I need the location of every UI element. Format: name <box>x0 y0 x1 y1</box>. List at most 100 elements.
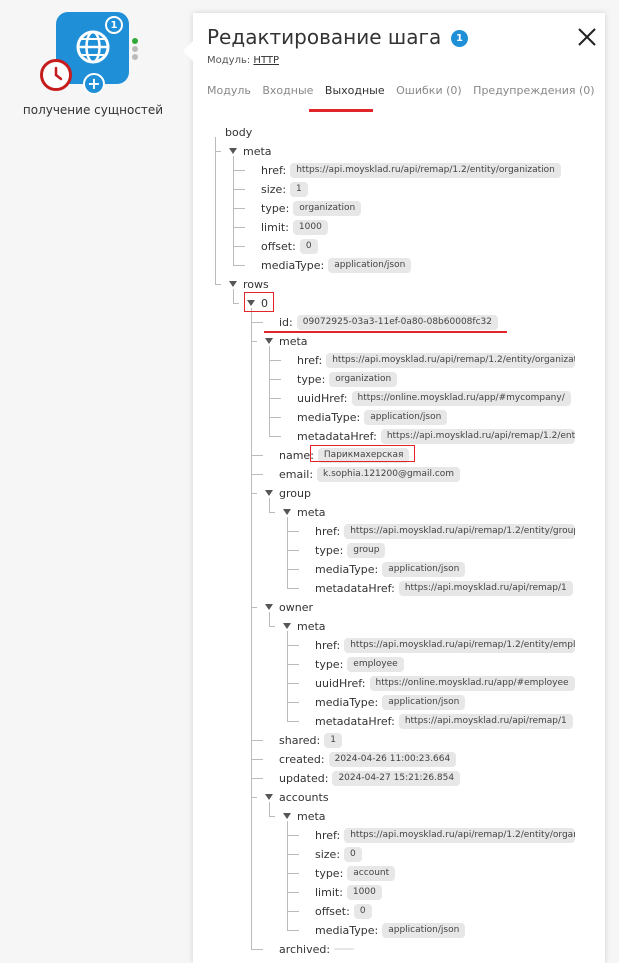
tree-guide-line <box>287 821 288 930</box>
tree-branch-line <box>251 740 263 741</box>
tree-key: name: <box>279 448 314 462</box>
tree-value[interactable]: application/json <box>382 561 466 577</box>
node-status-dots <box>132 38 138 62</box>
tree-value[interactable]: https://api.moysklad.ru/api/remap/1.2/en… <box>344 827 575 843</box>
tree-row: uuidHref: https://online.moysklad.ru/app/… <box>315 674 575 692</box>
tree-value[interactable]: application/json <box>382 922 466 938</box>
tree-key: meta <box>297 809 326 823</box>
tree-branch-line <box>215 151 221 152</box>
tree-value[interactable]: 0 <box>344 846 362 862</box>
expand-arrow-icon[interactable] <box>283 623 291 629</box>
tree-branch-line <box>269 398 281 399</box>
tree-value[interactable]: 1000 <box>292 219 328 235</box>
tree-key: mediaType: <box>315 562 379 576</box>
tree-row: created: 2024-04-26 11:00:23.664 <box>279 750 457 768</box>
tree-value[interactable]: k.sophia.121200@gmail.com <box>317 466 461 482</box>
tree-row: updated: 2024-04-27 15:21:26.854 <box>279 769 461 787</box>
tree-key: id: <box>279 315 293 329</box>
tree-value[interactable]: 1000 <box>346 884 382 900</box>
edit-step-panel: Редактирование шага 1 Модуль: HTTP Модул… <box>183 13 605 963</box>
tree-value[interactable]: https://online.moysklad.ru/app/#mycompan… <box>351 390 571 406</box>
node-label: получение сущностей <box>22 103 164 117</box>
tree-key: group <box>279 486 311 500</box>
tree-value[interactable]: group <box>347 542 386 558</box>
tree-value[interactable]: application/json <box>328 257 412 273</box>
tree-key: offset: <box>261 239 296 253</box>
tree-value[interactable]: https://api.moysklad.ru/api/remap/1.2/en… <box>380 428 575 444</box>
tree-branch-line <box>251 949 263 950</box>
tree-guide-line <box>233 156 234 265</box>
expand-arrow-icon[interactable] <box>283 509 291 515</box>
tree-guide-line <box>215 137 216 284</box>
expand-arrow-icon[interactable] <box>229 148 237 154</box>
tree-value[interactable]: https://api.moysklad.ru/api/remap/1.2/en… <box>326 352 575 368</box>
tree-branch-line <box>233 246 245 247</box>
expand-arrow-icon[interactable] <box>265 338 273 344</box>
tree-branch-line <box>269 626 275 627</box>
tree-key: mediaType: <box>261 258 325 272</box>
expand-arrow-icon[interactable] <box>283 813 291 819</box>
expand-arrow-icon[interactable] <box>265 490 273 496</box>
tree-row: uuidHref: https://online.moysklad.ru/app/… <box>297 389 571 407</box>
tree-row[interactable]: meta <box>283 503 330 521</box>
tree-key: href: <box>315 524 341 538</box>
tree-branch-line <box>269 436 281 437</box>
tree-row[interactable]: group <box>265 484 315 502</box>
tree-value[interactable] <box>334 948 355 950</box>
tree-key: href: <box>297 353 323 367</box>
tree-value[interactable]: 09072925-03a3-11ef-0a80-08b60008fc32 <box>296 314 498 330</box>
tree-value[interactable]: 1 <box>324 732 342 748</box>
tree-branch-line <box>287 588 299 589</box>
tree-value[interactable]: https://api.moysklad.ru/api/remap/1.2/en… <box>344 523 575 539</box>
tree-branch-line <box>233 170 245 171</box>
tree-row: href: https://api.moysklad.ru/api/remap/1… <box>315 826 575 844</box>
expand-arrow-icon[interactable] <box>265 604 273 610</box>
tree-row: shared: 1 <box>279 731 342 749</box>
tree-row: offset: 0 <box>261 237 318 255</box>
clock-icon[interactable] <box>40 59 72 91</box>
tree-key: size: <box>261 182 287 196</box>
tree-value[interactable]: https://api.moysklad.ru/api/remap/1.2/en… <box>290 162 561 178</box>
tree-value[interactable]: application/json <box>364 409 448 425</box>
tree-row[interactable]: meta <box>283 617 330 635</box>
tree-branch-line <box>251 759 263 760</box>
highlight-name-box <box>310 445 415 462</box>
tree-key: mediaType: <box>315 923 379 937</box>
tree-value[interactable]: 0 <box>299 238 318 254</box>
tree-value[interactable]: https://api.moysklad.ru/api/remap/1 <box>398 580 573 596</box>
tree-value[interactable]: organization <box>329 371 398 387</box>
tree-branch-line <box>269 816 275 817</box>
tree-key: size: <box>315 847 341 861</box>
tree-value[interactable]: 2024-04-26 11:00:23.664 <box>328 751 457 767</box>
tree-value[interactable]: https://online.moysklad.ru/app/#employee <box>369 675 575 691</box>
tree-value[interactable]: 2024-04-27 15:21:26.854 <box>332 770 461 786</box>
tree-branch-line <box>287 683 299 684</box>
tree-row[interactable]: meta <box>229 142 276 160</box>
tree-value[interactable]: https://api.moysklad.ru/api/remap/1.2/en… <box>344 637 575 653</box>
tree-value[interactable]: https://api.moysklad.ru/api/remap/1 <box>398 713 573 729</box>
tree-branch-line <box>269 417 281 418</box>
tree-value[interactable]: application/json <box>382 694 466 710</box>
tree-key: metadataHref: <box>315 714 395 728</box>
tree-key: meta <box>243 144 272 158</box>
expand-arrow-icon[interactable] <box>265 794 273 800</box>
tree-value[interactable]: organization <box>293 200 362 216</box>
tree-row: archived: <box>279 940 355 958</box>
tree-row[interactable]: accounts <box>265 788 333 806</box>
add-module-plus-icon[interactable]: + <box>83 73 105 95</box>
tree-row[interactable]: meta <box>265 332 312 350</box>
tree-value[interactable]: 0 <box>353 903 372 919</box>
tree-row: metadataHref: https://api.moysklad.ru/api… <box>315 579 573 597</box>
tree-value[interactable]: account <box>347 865 396 881</box>
tree-row[interactable]: owner <box>265 598 317 616</box>
tree-row: mediaType: application/json <box>261 256 412 274</box>
tree-value[interactable]: 1 <box>290 181 308 197</box>
expand-arrow-icon[interactable] <box>229 281 237 287</box>
tree-key: uuidHref: <box>315 676 366 690</box>
tree-row[interactable]: rows <box>229 275 273 293</box>
tree-row: limit: 1000 <box>261 218 328 236</box>
tree-row[interactable]: meta <box>283 807 330 825</box>
tree-value[interactable]: employee <box>347 656 404 672</box>
tree-key: type: <box>297 372 326 386</box>
tree-branch-line <box>287 645 299 646</box>
